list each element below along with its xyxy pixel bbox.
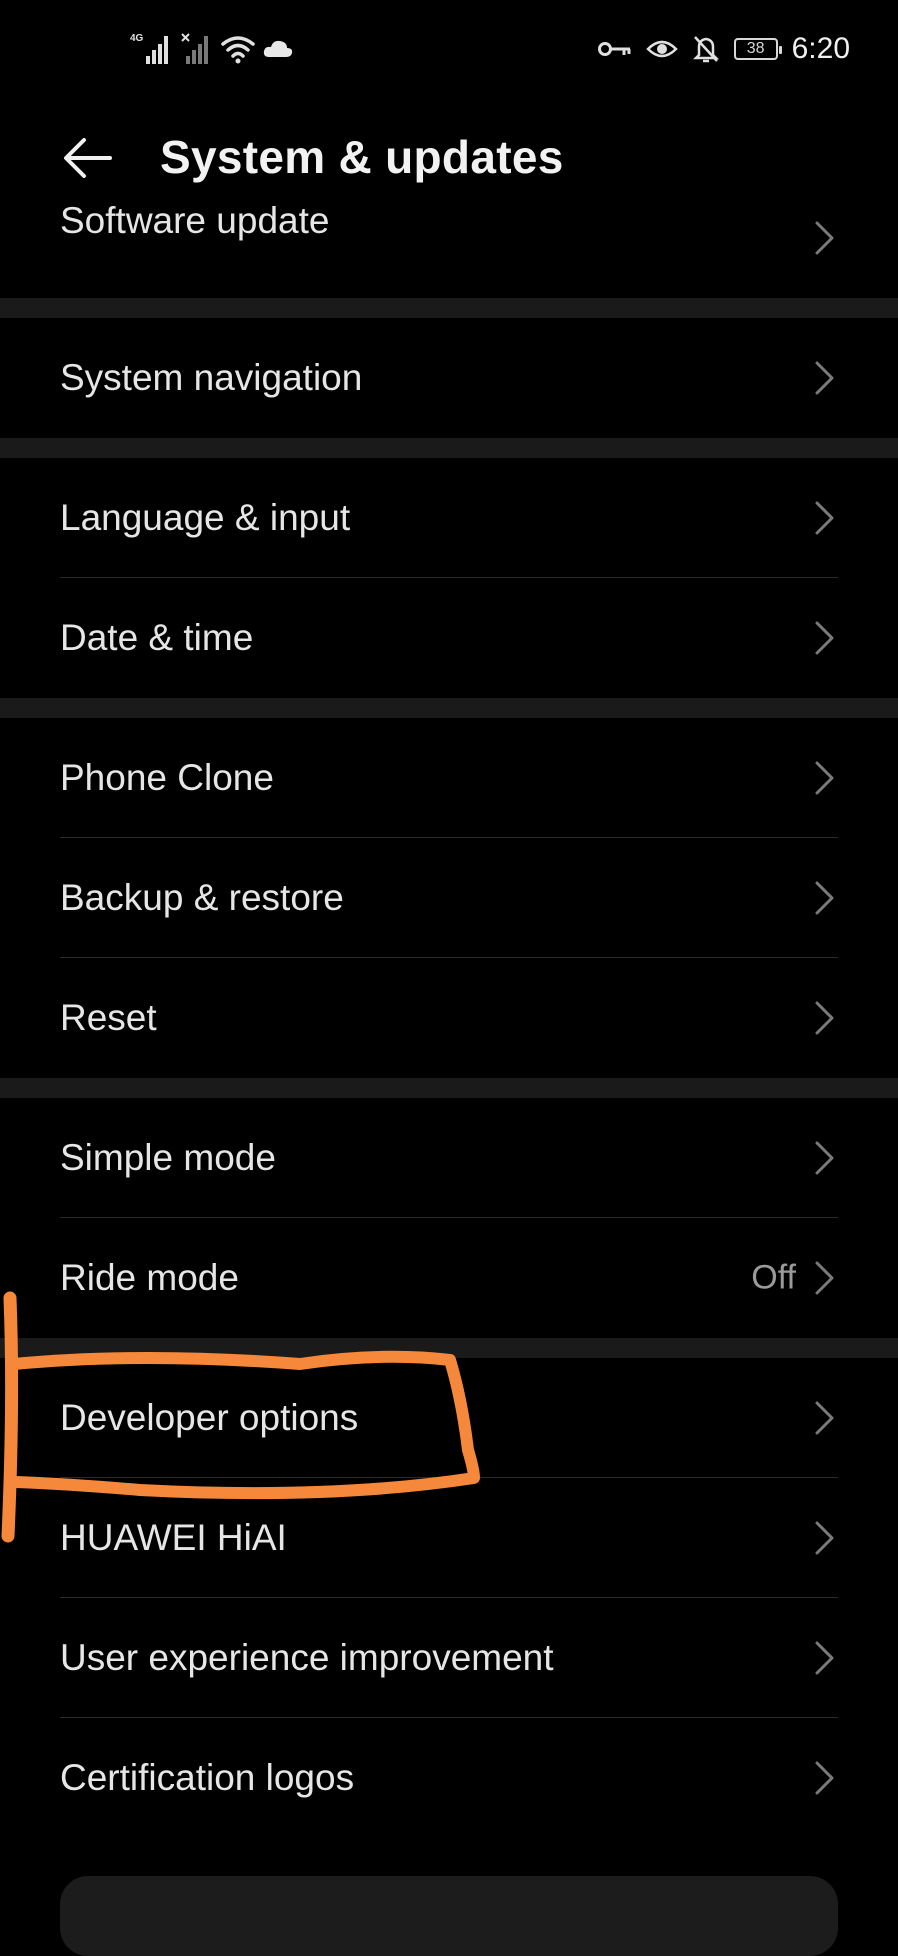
settings-item-label: Simple mode (60, 1137, 276, 1178)
settings-item-ride-mode[interactable]: Ride mode Off (0, 1218, 898, 1338)
settings-item-label: Backup & restore (60, 877, 344, 918)
settings-item-value: Off (751, 1258, 796, 1297)
status-left: 4G (130, 32, 294, 66)
settings-item-language-and-input[interactable]: Language & input (0, 458, 898, 578)
settings-item-label: Certification logos (60, 1757, 355, 1798)
chevron-right-icon (815, 1401, 834, 1435)
settings-item-certification-logos[interactable]: Certification logos (0, 1718, 898, 1838)
settings-item-label: Phone Clone (60, 757, 274, 798)
settings-item-label: HUAWEI HiAI (60, 1517, 287, 1558)
chevron-right-icon (815, 1761, 834, 1795)
chevron-right-icon (815, 1521, 834, 1555)
settings-item-label: Date & time (60, 617, 254, 658)
chevron-right-icon (815, 1641, 834, 1675)
settings-item-label: Language & input (60, 497, 351, 538)
settings-item-reset[interactable]: Reset (0, 958, 898, 1078)
chevron-right-icon (815, 361, 834, 395)
key-icon (597, 42, 631, 56)
settings-item-huawei-hiai[interactable]: HUAWEI HiAI (0, 1478, 898, 1598)
chevron-right-icon (815, 761, 834, 795)
settings-item-simple-mode[interactable]: Simple mode (0, 1098, 898, 1218)
settings-item-backup-and-restore[interactable]: Backup & restore (0, 838, 898, 958)
chevron-right-icon (815, 1141, 834, 1175)
wifi-icon (221, 36, 255, 64)
status-right: 38 6:20 (597, 32, 850, 66)
chevron-right-icon (815, 1261, 834, 1295)
back-arrow-icon[interactable] (58, 128, 118, 188)
settings-item-date-and-time[interactable]: Date & time (0, 578, 898, 698)
cellular-signal-icon: 4G (130, 33, 168, 64)
settings-item-system-navigation[interactable]: System navigation (0, 318, 898, 438)
settings-item-label: Software update (60, 200, 330, 241)
no-signal-icon (181, 33, 208, 64)
settings-item-label: Ride mode (60, 1257, 239, 1298)
settings-item-label: Reset (60, 997, 157, 1038)
settings-item-software-update[interactable]: Software update (0, 180, 898, 298)
bottom-card (60, 1876, 838, 1956)
section-gap (0, 698, 898, 718)
section-gap (0, 1078, 898, 1098)
settings-item-user-experience-improvement[interactable]: User experience improvement (0, 1598, 898, 1718)
network-type-label: 4G (130, 33, 144, 44)
section-gap (0, 1338, 898, 1358)
chevron-right-icon (815, 221, 834, 255)
settings-item-label: System navigation (60, 357, 363, 398)
eye-comfort-icon (645, 40, 678, 58)
section-gap (0, 438, 898, 458)
chevron-right-icon (815, 501, 834, 535)
chevron-right-icon (815, 621, 834, 655)
battery-indicator: 38 (733, 38, 782, 60)
chevron-right-icon (815, 1001, 834, 1035)
status-time: 6:20 (791, 32, 850, 65)
settings-item-label: Developer options (60, 1397, 359, 1438)
status-bar: 4G 38 6:20 (0, 0, 898, 104)
settings-item-phone-clone[interactable]: Phone Clone (0, 718, 898, 838)
settings-item-label: User experience improvement (60, 1637, 554, 1678)
section-gap (0, 298, 898, 318)
page-title: System & updates (160, 131, 564, 183)
notifications-muted-icon (692, 36, 719, 63)
settings-list: Software update System navigation Language… (0, 180, 898, 1838)
settings-item-developer-options[interactable]: Developer options (0, 1358, 898, 1478)
chevron-right-icon (815, 881, 834, 915)
cloud-icon (263, 40, 293, 57)
